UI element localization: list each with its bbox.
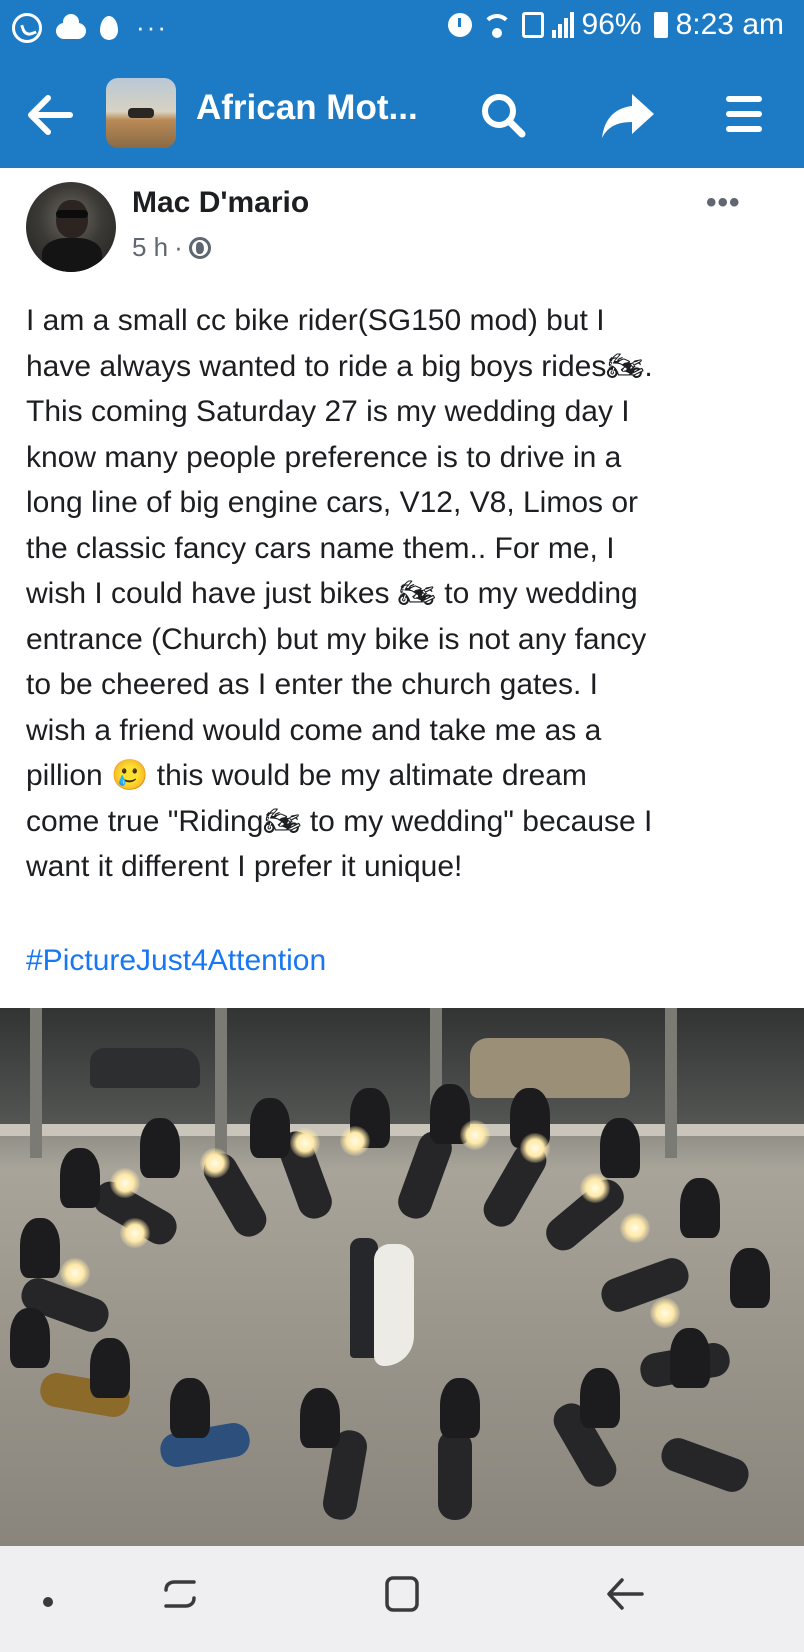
photo-curb xyxy=(0,1124,804,1136)
post-meta: 5 h · xyxy=(132,232,211,263)
photo-rider xyxy=(580,1368,620,1428)
system-nav-bar xyxy=(0,1546,804,1652)
group-avatar[interactable] xyxy=(106,78,176,148)
avatar-body xyxy=(42,238,102,272)
photo-rider xyxy=(300,1388,340,1448)
photo-headlight xyxy=(650,1298,680,1328)
cloud-icon xyxy=(56,13,86,39)
photo-rider xyxy=(140,1118,180,1178)
app-bar: African Mot... xyxy=(0,62,804,168)
clock: 8:23 am xyxy=(675,8,784,41)
author-avatar[interactable] xyxy=(26,182,116,272)
author-name[interactable]: Mac D'mario xyxy=(132,186,309,220)
photo-headlight xyxy=(460,1120,490,1150)
photo-pole xyxy=(30,1008,42,1158)
photo-motorcycle xyxy=(438,1430,472,1520)
photo-rider xyxy=(90,1338,130,1398)
post-time[interactable]: 5 h xyxy=(132,232,168,263)
photo-rider xyxy=(170,1378,210,1438)
photo-car xyxy=(90,1048,200,1088)
nav-indicator-dot xyxy=(43,1597,53,1607)
photo-headlight xyxy=(580,1173,610,1203)
photo-rider xyxy=(60,1148,100,1208)
photo-rider xyxy=(730,1248,770,1308)
photo-headlight xyxy=(120,1218,150,1248)
sim-icon xyxy=(521,12,544,38)
status-right-icons: 96% 8:23 am xyxy=(447,8,784,42)
photo-rider xyxy=(10,1308,50,1368)
battery-level: 96% xyxy=(581,8,642,41)
more-options-button[interactable]: ••• xyxy=(706,186,741,220)
signal-icon xyxy=(551,12,574,38)
hashtag-link[interactable]: #PictureJust4Attention xyxy=(26,944,326,978)
avatar-face xyxy=(56,200,88,238)
wifi-icon xyxy=(480,10,514,40)
share-icon[interactable] xyxy=(600,90,656,140)
photo-pole xyxy=(665,1008,677,1158)
photo-rider xyxy=(600,1118,640,1178)
motorcycle-icon xyxy=(128,108,154,118)
group-title[interactable]: African Mot... xyxy=(196,88,418,128)
status-left-icons: ··· xyxy=(12,12,168,43)
photo-headlight xyxy=(60,1258,90,1288)
photo-headlight xyxy=(520,1133,550,1163)
photo-headlight xyxy=(290,1128,320,1158)
photo-motorcycle xyxy=(656,1433,754,1497)
photo-rider xyxy=(680,1178,720,1238)
photo-car xyxy=(470,1038,630,1098)
post-body: I am a small cc bike rider(SG150 mod) bu… xyxy=(26,304,653,883)
photo-headlight xyxy=(620,1213,650,1243)
alarm-icon xyxy=(447,13,472,37)
photo-rider xyxy=(250,1098,290,1158)
avatar-glasses xyxy=(56,210,88,218)
post-photo[interactable] xyxy=(0,1008,804,1546)
fire-icon xyxy=(100,15,118,40)
meta-separator: · xyxy=(174,232,183,262)
photo-pole xyxy=(215,1008,227,1158)
status-bar: ··· 96% 8:23 am xyxy=(0,0,804,62)
menu-icon[interactable] xyxy=(724,92,764,136)
back-arrow-icon[interactable] xyxy=(22,88,76,142)
search-icon[interactable] xyxy=(478,90,528,140)
whatsapp-icon xyxy=(12,12,42,43)
battery-icon xyxy=(653,12,668,38)
photo-headlight xyxy=(200,1148,230,1178)
back-icon[interactable] xyxy=(606,1574,644,1614)
photo-rider xyxy=(670,1328,710,1388)
home-icon[interactable] xyxy=(384,1574,420,1614)
photo-headlight xyxy=(110,1168,140,1198)
more-notifications-icon: ··· xyxy=(136,12,168,42)
globe-icon xyxy=(188,236,211,259)
photo-rider xyxy=(440,1378,480,1438)
recents-icon[interactable] xyxy=(160,1574,200,1614)
photo-rider xyxy=(20,1218,60,1278)
photo-bride xyxy=(374,1244,414,1366)
photo-headlight xyxy=(340,1126,370,1156)
